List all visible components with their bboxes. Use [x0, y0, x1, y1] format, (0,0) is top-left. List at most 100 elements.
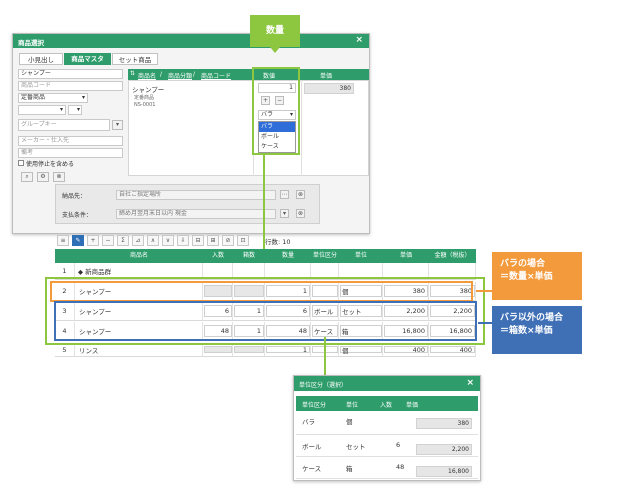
unit-type-popup: 単位区分（選択） × 単位区分 単位 入数 単価 バラ 個 380 ボール セット 6 2,…: [293, 375, 481, 481]
toolbar-icon-0[interactable]: ≡: [57, 235, 69, 246]
popup-row[interactable]: ケース 箱 48 16,800: [296, 458, 478, 479]
category-select-value: 定番商品: [21, 94, 46, 101]
toolbar-icon-12[interactable]: ⊡: [237, 235, 249, 246]
delivery-panel: 納品先： 自社ご指定場所 ⋯ ⊗ 支払条件： 締め月翌月末日以内 現金 ▾ ⊗: [55, 184, 320, 224]
toolbar-icon-10[interactable]: ⊞: [207, 235, 219, 246]
popup-cell-unit: セット: [346, 443, 366, 451]
group-key-input[interactable]: グループキー: [18, 119, 110, 131]
bara-callout-line2: ＝数量×単価: [500, 272, 553, 282]
delivery-picker-icon[interactable]: ⋯: [280, 190, 289, 199]
category-select[interactable]: 定番商品 ▾: [18, 93, 88, 103]
keyword-input[interactable]: シャンプー: [18, 69, 123, 79]
column-unit-price: 単価: [320, 73, 333, 80]
quantity-callout: 数量: [250, 15, 300, 47]
column-product-code[interactable]: 商品コード: [201, 71, 231, 80]
non-bara-callout: バラ以外の場合 ＝箱数×単価: [492, 306, 582, 354]
popup-cell-price: 2,200: [416, 444, 472, 455]
header-quantity: 数量: [281, 252, 294, 259]
condition-clear-icon[interactable]: ⊗: [296, 209, 305, 218]
toolbar-icon-11[interactable]: ⊘: [222, 235, 234, 246]
popup-title: 単位区分（選択）: [299, 382, 348, 389]
clear-icon[interactable]: ⊗: [53, 172, 65, 182]
result-unit-price: 380: [304, 83, 354, 94]
include-stopped-checkbox[interactable]: [18, 160, 24, 166]
toolbar-icon-8[interactable]: ⇩: [177, 235, 189, 246]
tab-subheading[interactable]: 小見出し: [19, 53, 63, 65]
popup-cell-irisu: 48: [396, 463, 405, 471]
subcategory-select-2[interactable]: ▾: [68, 105, 82, 115]
maker-input[interactable]: メーカー・仕入先: [18, 136, 123, 146]
popup-row[interactable]: バラ 個 380: [296, 414, 478, 435]
popup-cell-kubun: バラ: [302, 418, 315, 426]
condition-picker-icon[interactable]: ▾: [280, 209, 289, 218]
condition-input[interactable]: 締め月翌月末日以内 現金: [116, 209, 276, 219]
results-header: ⇅ 商品名 / 商品分類 / 商品コード 数値 単価: [128, 69, 369, 80]
toolbar-icon-3[interactable]: −: [102, 235, 114, 246]
table-row[interactable]: 5 リンス 1 個 400 400: [55, 343, 476, 357]
quantity-callout-text: 数量: [265, 26, 284, 36]
results-divider: [301, 80, 302, 176]
close-icon[interactable]: ×: [355, 35, 363, 45]
non-bara-callout-line2: ＝箱数×単価: [500, 326, 553, 336]
settings-icon[interactable]: ⚙: [37, 172, 49, 182]
toolbar-icon-2[interactable]: +: [87, 235, 99, 246]
header-unit-price: 単価: [399, 252, 412, 259]
chevron-down-icon: ▾: [76, 106, 80, 113]
search-icon[interactable]: ⌕: [21, 172, 33, 182]
bara-callout-line1: バラの場合: [500, 259, 546, 269]
remarks-input[interactable]: 備考: [18, 148, 123, 158]
result-product-name[interactable]: シャンプー: [132, 84, 164, 94]
include-stopped-label: 使用停止を含める: [26, 161, 75, 168]
toolbar-icon-4[interactable]: Σ: [117, 235, 129, 246]
popup-cell-irisu: 6: [396, 441, 401, 449]
non-bara-callout-line1: バラ以外の場合: [500, 313, 564, 323]
row-count: 行数: 10: [265, 238, 291, 246]
dialog-title: 商品選択: [18, 39, 44, 47]
table-green-highlight: [45, 277, 485, 345]
header-unit: 単位: [354, 252, 367, 259]
popup-cell-unit: 個: [346, 418, 353, 426]
popup-header-unit: 単位: [346, 402, 359, 409]
popup-connector-line: [324, 337, 326, 375]
result-product-category: 定番商品: [134, 95, 155, 101]
delivery-input[interactable]: 自社ご指定場所: [116, 190, 276, 200]
toolbar-icon-9[interactable]: ⊟: [192, 235, 204, 246]
toolbar-icon-1[interactable]: ✎: [72, 235, 84, 246]
popup-row[interactable]: ボール セット 6 2,200: [296, 436, 478, 457]
delivery-clear-icon[interactable]: ⊗: [296, 190, 305, 199]
close-icon[interactable]: ×: [466, 378, 474, 388]
chevron-down-icon: ▾: [81, 94, 85, 101]
table-header: 商品名 入数 箱数 数量 単位区分 単位 単価 金額（税抜）: [55, 249, 476, 263]
chevron-down-icon: ▾: [59, 106, 63, 113]
bara-callout: バラの場合 ＝数量×単価: [492, 252, 582, 300]
tab-set-product[interactable]: セット商品: [112, 53, 158, 65]
popup-cell-kubun: ケース: [302, 465, 322, 473]
subcategory-select[interactable]: ▾: [18, 105, 66, 115]
popup-header-kubun: 単位区分: [302, 402, 327, 409]
toolbar-icon-5[interactable]: ⊿: [132, 235, 144, 246]
popup-cell-kubun: ボール: [302, 443, 322, 451]
popup-cell-unit: 箱: [346, 465, 353, 473]
popup-cell-price: 380: [416, 418, 472, 429]
column-product-name[interactable]: 商品名: [138, 71, 156, 80]
results-body: [128, 80, 369, 176]
condition-label: 支払条件：: [62, 212, 93, 219]
result-product-code: NS-0001: [134, 102, 156, 108]
popup-header-price: 単価: [406, 402, 419, 409]
dialog-titlebar: 商品選択 ×: [13, 34, 369, 48]
popup-cell-price: 16,800: [416, 466, 472, 477]
group-key-picker-button[interactable]: ▾: [112, 120, 123, 130]
header-product-name: 商品名: [129, 252, 148, 259]
tab-product-master[interactable]: 商品マスタ: [64, 53, 111, 65]
blue-connector: [478, 322, 492, 324]
product-code-input[interactable]: 商品コード: [18, 81, 123, 91]
quantity-highlight-box: [252, 67, 300, 155]
popup-titlebar: 単位区分（選択） ×: [294, 376, 480, 391]
delivery-label: 納品先：: [62, 193, 87, 200]
header-amount: 金額（税抜）: [434, 252, 471, 259]
column-product-category[interactable]: 商品分類: [168, 71, 192, 80]
header-irisu: 入数: [211, 252, 224, 259]
popup-header-irisu: 入数: [380, 402, 393, 409]
toolbar-icon-6[interactable]: ∧: [147, 235, 159, 246]
toolbar-icon-7[interactable]: ∨: [162, 235, 174, 246]
